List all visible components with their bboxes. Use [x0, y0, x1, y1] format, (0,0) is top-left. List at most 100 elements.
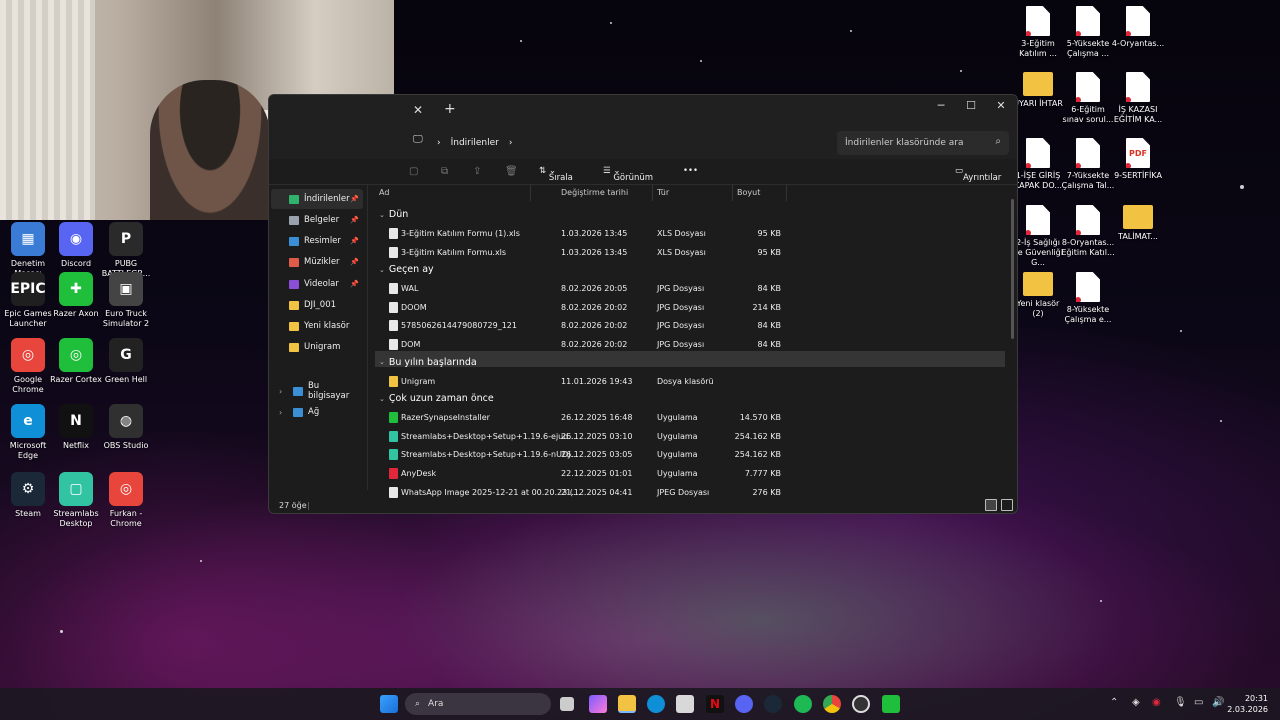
- cut-icon[interactable]: ▢: [409, 166, 418, 177]
- desktop-icon[interactable]: ▣ Euro Truck Simulator 2: [98, 272, 154, 329]
- desktop-icon[interactable]: Yeni klasör (2): [1010, 272, 1066, 319]
- clock[interactable]: 20:31 2.03.2026: [1224, 693, 1268, 715]
- desktop-icon[interactable]: ▢ Streamlabs Desktop: [48, 472, 104, 529]
- obs-icon[interactable]: [852, 695, 870, 713]
- desktop-icon[interactable]: ◎ Furkan - Chrome: [98, 472, 154, 529]
- breadcrumb[interactable]: › İndirilenler ›: [429, 131, 829, 155]
- nav-item[interactable]: İndirilenler 📌: [271, 189, 363, 209]
- desktop-icon[interactable]: 6-Eğitim sınav sorul...: [1060, 72, 1116, 125]
- network-tray-icon[interactable]: ◈: [1132, 697, 1140, 708]
- group-header[interactable]: ⌄ Bu yılın başlarında: [379, 357, 477, 368]
- file-row[interactable]: Streamlabs+Desktop+Setup+1.19.6-nUDJ... …: [377, 446, 1005, 464]
- breadcrumb-downloads[interactable]: İndirilenler: [451, 138, 499, 148]
- desktop-icon[interactable]: G Green Hell: [98, 338, 154, 385]
- file-row[interactable]: AnyDesk 22.12.2025 01:01 Uygulama 7.777 …: [377, 465, 1005, 483]
- column-type[interactable]: Tür: [653, 185, 733, 201]
- nav-item[interactable]: Resimler 📌: [271, 231, 363, 251]
- microphone-icon[interactable]: 🎙: [1174, 697, 1187, 708]
- chevron-up-icon[interactable]: ⌃: [1110, 697, 1118, 708]
- group-header[interactable]: ⌄ Dün: [379, 209, 408, 220]
- start-icon[interactable]: [380, 695, 398, 713]
- search-input[interactable]: İndirilenler klasöründe ara ⌕: [837, 131, 1009, 155]
- desktop-icon[interactable]: UYARI İHTAR: [1010, 72, 1066, 109]
- nav-item[interactable]: › Bu bilgisayar: [271, 381, 363, 401]
- desktop-icon[interactable]: ✚ Razer Axon: [48, 272, 104, 319]
- nav-item[interactable]: Yeni klasör: [271, 316, 363, 336]
- maximize-icon[interactable]: ☐: [959, 99, 983, 112]
- group-header[interactable]: ⌄ Geçen ay: [379, 264, 434, 275]
- column-date[interactable]: Değiştirme tarihi: [557, 185, 653, 201]
- desktop-icon[interactable]: PDF 9-SERTİFİKA: [1110, 138, 1166, 181]
- nav-item[interactable]: › Ağ: [271, 402, 363, 422]
- tiles-view-icon[interactable]: [1001, 499, 1013, 511]
- more-button[interactable]: •••: [683, 166, 698, 176]
- minimize-icon[interactable]: ─: [929, 99, 953, 112]
- desktop-icon[interactable]: ◎ Razer Cortex: [48, 338, 104, 385]
- task-view-icon[interactable]: [560, 697, 574, 711]
- desktop-icon[interactable]: 4-Oryantas...: [1110, 6, 1166, 49]
- desktop-icon[interactable]: 3-Eğitim Katılım ...: [1010, 6, 1066, 59]
- desktop-icon-label: 9-SERTİFİKA: [1114, 171, 1162, 180]
- desktop-icon[interactable]: 7-Yüksekte Çalışma Tal...: [1060, 138, 1116, 191]
- desktop-icon[interactable]: 8-Oryantas... Eğitim Katıl...: [1060, 205, 1116, 258]
- app-tray-icon[interactable]: ◉: [1152, 697, 1161, 708]
- share-icon[interactable]: ⇪: [473, 166, 481, 177]
- delete-icon[interactable]: 🗑: [505, 166, 518, 177]
- desktop-icon[interactable]: N Netflix: [48, 404, 104, 451]
- desktop-icon[interactable]: 8-Yüksekte Çalışma e...: [1060, 272, 1116, 325]
- tab-close-icon[interactable]: ✕: [413, 103, 423, 117]
- nav-item[interactable]: Müzikler 📌: [271, 252, 363, 272]
- desktop-icon[interactable]: İŞ KAZASI EĞİTİM KA...: [1110, 72, 1166, 125]
- file-row[interactable]: DOOM 8.02.2026 20:02 JPG Dosyası 214 KB: [377, 299, 1005, 317]
- group-header[interactable]: ⌄ Çok uzun zaman önce: [379, 393, 494, 404]
- file-type: XLS Dosyası: [657, 247, 706, 257]
- column-name[interactable]: Ad: [375, 185, 531, 201]
- discord-icon[interactable]: [735, 695, 753, 713]
- taskbar-search[interactable]: ⌕ Ara: [405, 693, 551, 715]
- scrollbar[interactable]: [1011, 199, 1014, 339]
- file-row[interactable]: RazerSynapseInstaller 26.12.2025 16:48 U…: [377, 409, 1005, 427]
- desktop-icon[interactable]: TALİMAT...: [1110, 205, 1166, 242]
- file-row[interactable]: 5785062614479080729_121 8.02.2026 20:02 …: [377, 317, 1005, 335]
- file-explorer-taskbar-icon[interactable]: [618, 695, 636, 713]
- desktop-icon[interactable]: ◍ OBS Studio: [98, 404, 154, 451]
- nav-item[interactable]: DJI_001: [271, 295, 363, 315]
- file-row[interactable]: WAL 8.02.2026 20:05 JPG Dosyası 84 KB: [377, 280, 1005, 298]
- chevron-right-icon[interactable]: ›: [279, 387, 282, 396]
- file-row[interactable]: Unigram 11.01.2026 19:43 Dosya klasörü: [377, 373, 1005, 391]
- spotify-icon[interactable]: [794, 695, 812, 713]
- nav-item[interactable]: Videolar 📌: [271, 274, 363, 294]
- file-row[interactable]: Streamlabs+Desktop+Setup+1.19.6-ejud... …: [377, 428, 1005, 446]
- details-view-icon[interactable]: [985, 499, 997, 511]
- steam-icon[interactable]: [764, 695, 782, 713]
- chrome-icon[interactable]: [823, 695, 841, 713]
- chevron-right-icon[interactable]: ›: [279, 408, 282, 417]
- copilot-icon[interactable]: [589, 695, 607, 713]
- edge-icon[interactable]: [647, 695, 665, 713]
- details-button[interactable]: ▭ Ayrıntılar: [955, 166, 1001, 183]
- netflix-icon[interactable]: N: [706, 695, 724, 713]
- nav-item[interactable]: Belgeler 📌: [271, 210, 363, 230]
- desktop-icon[interactable]: 1-İŞE GİRİŞ KAPAK DO...: [1010, 138, 1066, 191]
- file-icon: [1026, 205, 1050, 235]
- volume-icon[interactable]: 🔊: [1212, 697, 1224, 708]
- copy-icon[interactable]: ⧉: [441, 166, 448, 177]
- desktop-icon[interactable]: ◉ Discord: [48, 222, 104, 269]
- desktop-icon[interactable]: 2-İş Sağlığı ve Güvenliği G...: [1010, 205, 1066, 268]
- file-row[interactable]: DOM 8.02.2026 20:02 JPG Dosyası 84 KB: [377, 336, 1005, 354]
- file-row[interactable]: 3-Eğitim Katılım Formu (1).xls 1.03.2026…: [377, 225, 1005, 243]
- nav-item[interactable]: Unigram: [271, 337, 363, 357]
- close-icon[interactable]: ✕: [989, 99, 1013, 112]
- desktop-icon[interactable]: 5-Yüksekte Çalışma ...: [1060, 6, 1116, 59]
- file-row[interactable]: 3-Eğitim Katılım Formu.xls 1.03.2026 13:…: [377, 244, 1005, 262]
- column-size[interactable]: Boyut: [733, 185, 787, 201]
- view-button[interactable]: ☰ Görünüm ⌄: [603, 166, 653, 183]
- file-explorer-window[interactable]: ✕ + ─ ☐ ✕ 🖵 › İndirilenler › İndirilenle…: [268, 94, 1018, 514]
- sort-button[interactable]: ⇅ Sırala ⌄: [539, 166, 573, 183]
- monitor-icon[interactable]: ▭: [1194, 697, 1203, 708]
- desktop-icon[interactable]: P PUBG BATTLEGR...: [98, 222, 154, 279]
- game-app-icon[interactable]: [882, 695, 900, 713]
- computer-icon[interactable]: 🖵: [413, 134, 423, 145]
- store-icon[interactable]: [676, 695, 694, 713]
- new-tab-icon[interactable]: +: [444, 101, 456, 117]
